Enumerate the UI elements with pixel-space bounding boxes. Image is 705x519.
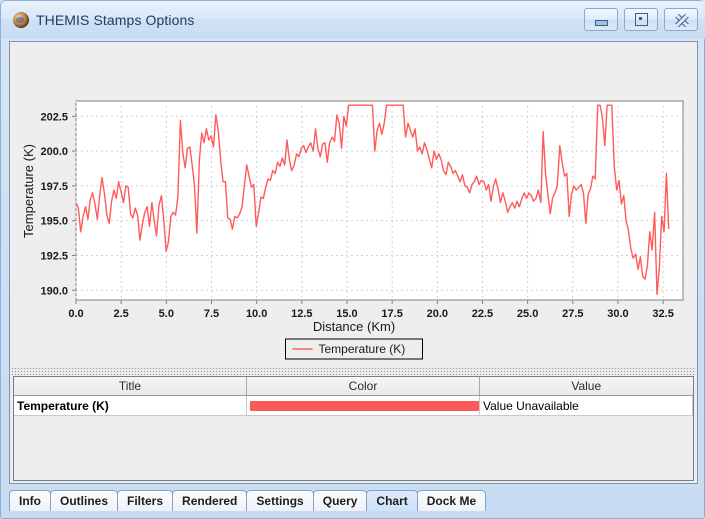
svg-text:7.5: 7.5 <box>204 308 219 320</box>
svg-text:25.0: 25.0 <box>517 308 538 320</box>
chart-legend: Temperature (K) <box>286 339 423 359</box>
x-axis-label: Distance (Km) <box>313 319 395 334</box>
svg-text:192.5: 192.5 <box>40 250 68 262</box>
svg-text:27.5: 27.5 <box>562 308 583 320</box>
tab-bar: Info Outlines Filters Rendered Settings Query… <box>9 487 485 511</box>
svg-text:202.5: 202.5 <box>40 111 68 123</box>
cell-series-value: Value Unavailable <box>480 396 693 416</box>
tab-query[interactable]: Query <box>313 490 368 511</box>
table-header-row: Title Color Value <box>14 377 693 396</box>
tab-label: Outlines <box>60 494 108 508</box>
chart-container: 0.02.55.07.510.012.515.017.520.022.525.0… <box>11 43 696 367</box>
close-icon <box>675 13 688 26</box>
tab-rendered[interactable]: Rendered <box>172 490 247 511</box>
y-axis-label: Temperature (K) <box>21 144 36 238</box>
series-legend-table: Title Color Value Temperature (K) Value U… <box>13 376 694 481</box>
svg-text:Temperature (K): Temperature (K) <box>319 342 406 356</box>
application-window: THEMIS Stamps Options 0.0 2.5 5.0 7.5 10.0 12… <box>0 0 705 519</box>
svg-text:22.5: 22.5 <box>472 308 493 320</box>
svg-text:5.0: 5.0 <box>159 308 174 320</box>
options-panel: 0.02.55.07.510.012.515.017.520.022.525.0… <box>9 41 698 484</box>
color-swatch[interactable] <box>250 401 479 411</box>
tab-label: Query <box>323 494 358 508</box>
minimize-icon <box>595 20 608 26</box>
svg-text:12.5: 12.5 <box>291 308 312 320</box>
maximize-button[interactable] <box>624 8 658 31</box>
svg-text:20.0: 20.0 <box>427 308 448 320</box>
temperature-distance-line-chart: 0.02.55.07.510.012.515.017.520.022.525.0… <box>11 43 696 367</box>
tab-label: Filters <box>127 494 163 508</box>
tab-filters[interactable]: Filters <box>117 490 173 511</box>
column-header-title[interactable]: Title <box>14 377 247 396</box>
tab-label: Dock Me <box>427 494 476 508</box>
tab-label: Chart <box>376 494 407 508</box>
cell-series-color[interactable] <box>247 396 480 416</box>
svg-text:197.5: 197.5 <box>40 181 68 193</box>
svg-text:10.0: 10.0 <box>246 308 267 320</box>
tab-label: Rendered <box>182 494 237 508</box>
splitter-handle[interactable] <box>11 368 696 375</box>
cell-series-title: Temperature (K) <box>14 396 247 416</box>
tab-label: Info <box>19 494 41 508</box>
tab-settings[interactable]: Settings <box>246 490 313 511</box>
column-header-color[interactable]: Color <box>247 377 480 396</box>
tab-outlines[interactable]: Outlines <box>50 490 118 511</box>
svg-text:30.0: 30.0 <box>607 308 628 320</box>
window-title-bar[interactable]: THEMIS Stamps Options <box>1 1 705 39</box>
minimize-button[interactable] <box>584 8 618 31</box>
svg-text:190.0: 190.0 <box>40 285 68 297</box>
tab-label: Settings <box>256 494 303 508</box>
window-title: THEMIS Stamps Options <box>36 12 194 28</box>
column-header-value[interactable]: Value <box>480 377 693 396</box>
table-body: Temperature (K) Value Unavailable <box>14 396 693 416</box>
svg-text:0.0: 0.0 <box>68 308 83 320</box>
tab-dock-me[interactable]: Dock Me <box>417 490 486 511</box>
tab-chart[interactable]: Chart <box>366 490 417 511</box>
mars-globe-icon <box>13 12 29 28</box>
window-controls <box>584 8 698 31</box>
svg-text:195.0: 195.0 <box>40 216 68 228</box>
table-row[interactable]: Temperature (K) Value Unavailable <box>14 396 693 416</box>
svg-text:2.5: 2.5 <box>114 308 129 320</box>
svg-text:32.5: 32.5 <box>652 308 673 320</box>
plot-frame <box>76 101 683 300</box>
maximize-icon <box>635 13 648 26</box>
svg-text:200.0: 200.0 <box>40 146 68 158</box>
close-button[interactable] <box>664 8 698 31</box>
tab-info[interactable]: Info <box>9 490 51 511</box>
